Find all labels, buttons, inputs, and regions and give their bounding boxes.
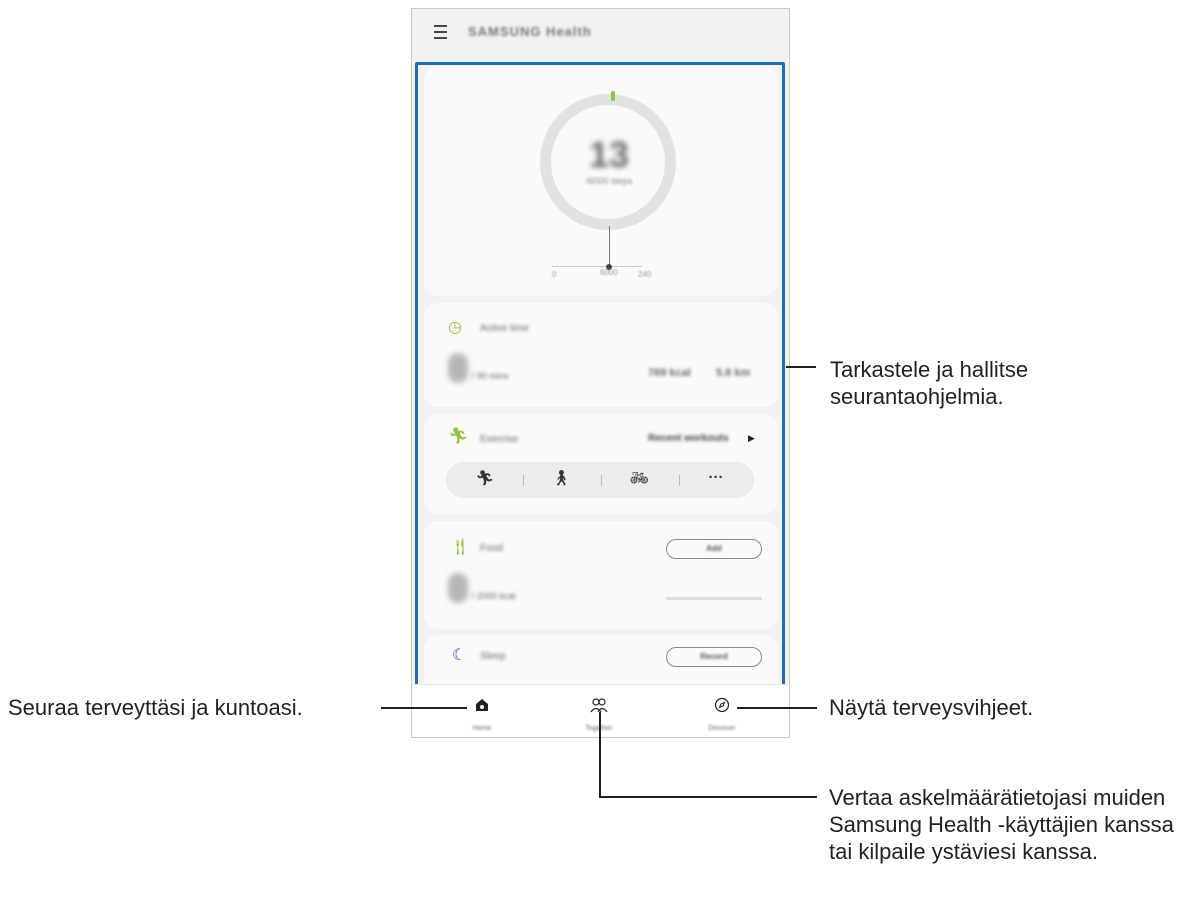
callout-line-home: [381, 707, 467, 709]
callout-together: Vertaa askelmäärätietojasi muiden Samsun…: [829, 785, 1174, 864]
discover-icon[interactable]: [707, 697, 737, 718]
menu-icon[interactable]: [434, 25, 447, 43]
callout-line-discover: [737, 707, 817, 709]
nav-home-label[interactable]: Home: [452, 725, 512, 732]
callout-line-together-horizontal: [599, 796, 817, 798]
callout-home: Seuraa terveyttäsi ja kuntoasi.: [8, 695, 303, 720]
app-bar: SAMSUNG Health: [412, 9, 789, 59]
phone-screen: SAMSUNG Health 13 /6000 steps 0 6000 240…: [411, 8, 790, 738]
callout-line-together-vertical: [599, 712, 601, 797]
app-title: SAMSUNG Health: [468, 24, 592, 39]
trackers-highlight: [415, 62, 785, 690]
callout-trackers: Tarkastele ja hallitse seurantaohjelmia.: [830, 357, 1029, 409]
home-icon[interactable]: [467, 697, 497, 718]
nav-discover-label[interactable]: Discover: [692, 725, 752, 732]
callout-line-trackers: [786, 366, 816, 368]
callout-discover: Näytä terveysvihjeet.: [829, 695, 1034, 720]
